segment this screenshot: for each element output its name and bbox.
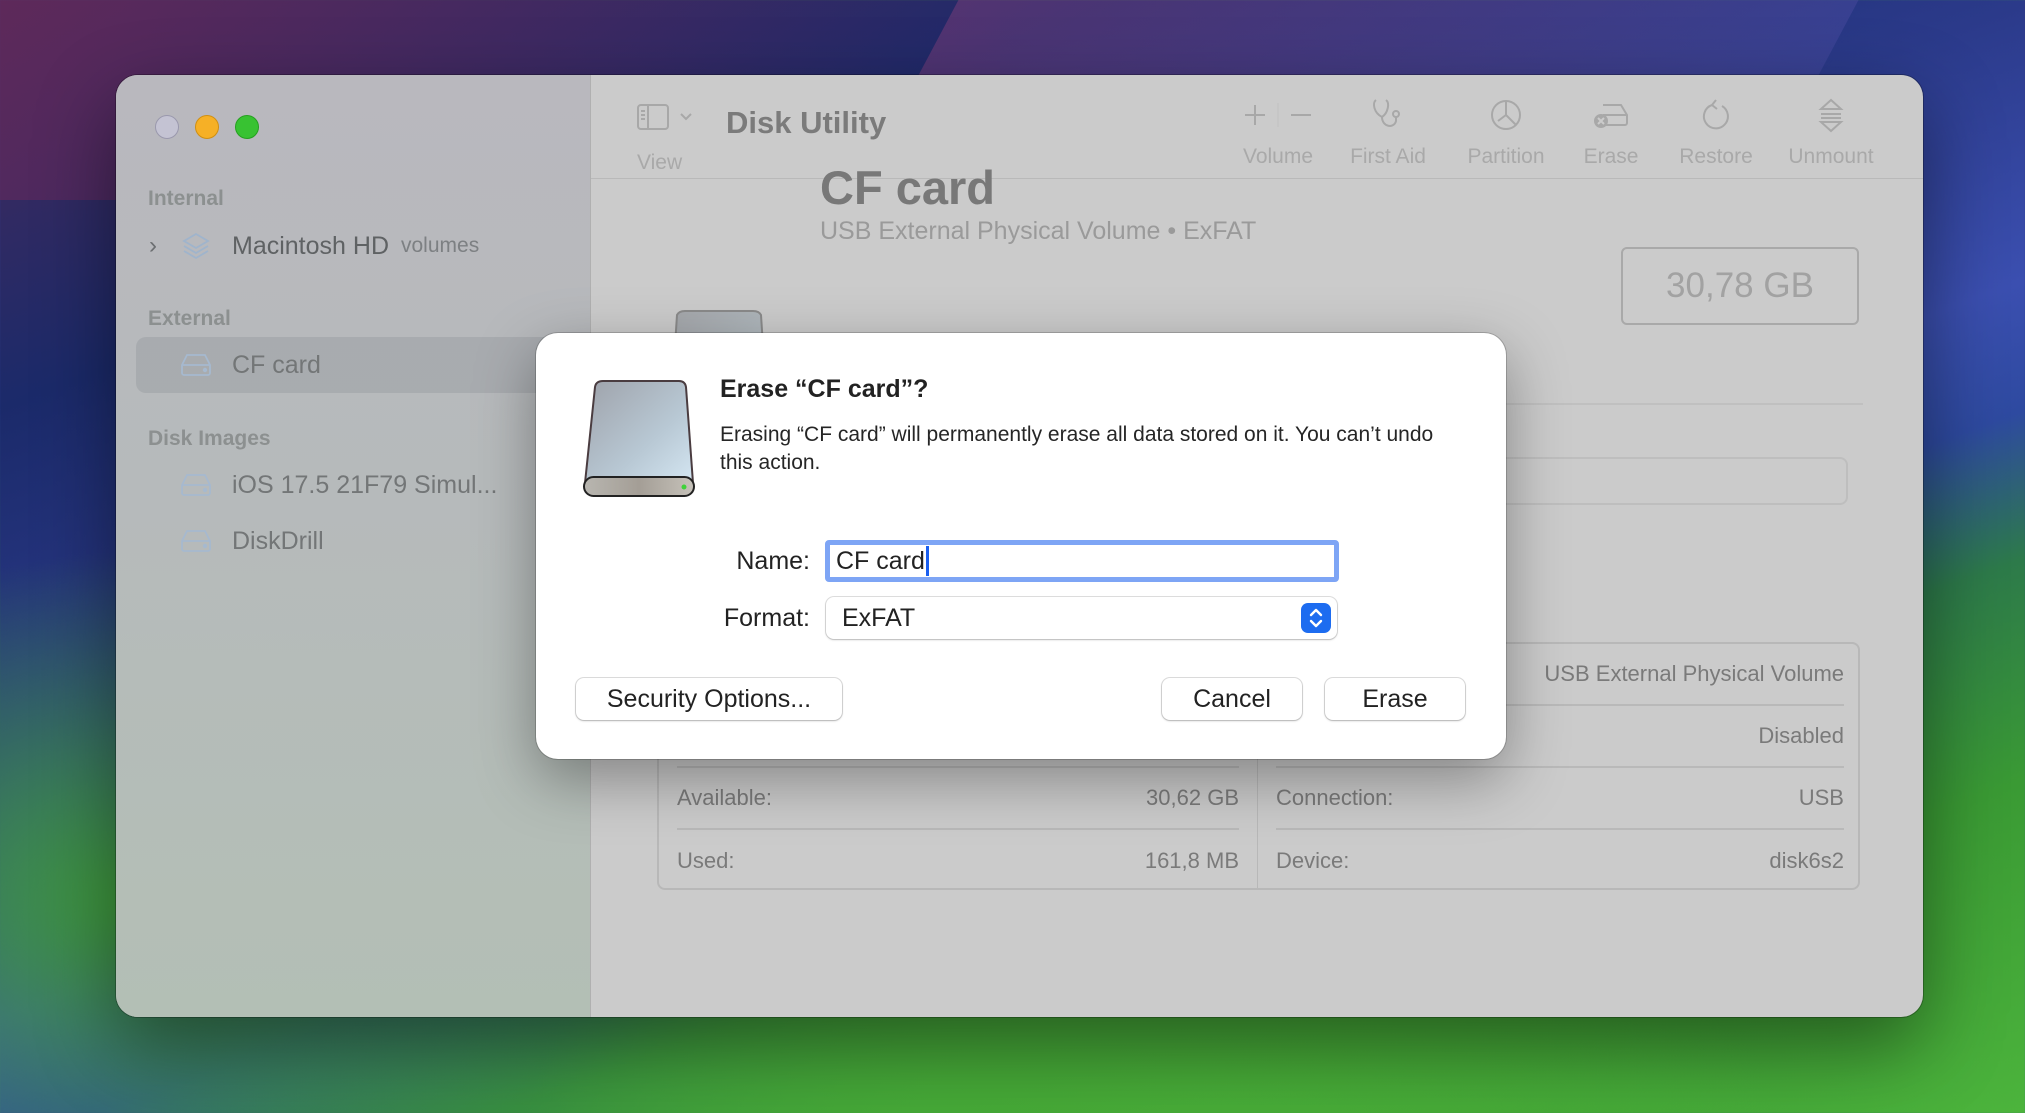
- info-value: USB External Physical Volume: [1544, 661, 1844, 686]
- sidebar-item-ios-simulator[interactable]: iOS 17.5 21F79 Simul...: [136, 457, 591, 513]
- info-key: Used:: [677, 848, 735, 873]
- sidebar-item-label: DiskDrill: [232, 526, 324, 555]
- text-caret: [925, 546, 929, 576]
- volume-name: CF card: [820, 161, 995, 214]
- info-value: Disabled: [1758, 723, 1844, 748]
- sidebar-item-label: iOS 17.5 21F79 Simul...: [232, 470, 498, 499]
- pie-chart-icon: [1491, 100, 1521, 130]
- zoom-button[interactable]: [235, 115, 259, 139]
- sidebar-item-diskdrill[interactable]: DiskDrill: [136, 513, 591, 569]
- volume-label: Volume: [1242, 145, 1314, 168]
- info-value: 161,8 MB: [1144, 848, 1239, 873]
- external-drive-icon: [583, 380, 695, 497]
- erase-dialog: Erase “CF card”? Erasing “CF card” will …: [536, 333, 1506, 759]
- sidebar-item-macintosh-hd[interactable]: › Macintosh HD volumes: [136, 218, 591, 274]
- restore-label: Restore: [1679, 145, 1753, 168]
- view-label: View: [637, 151, 683, 174]
- app-title: Disk Utility: [726, 105, 887, 140]
- erase-disk-icon: [1594, 104, 1628, 128]
- window-controls: [155, 115, 259, 139]
- restore-arrow-icon: [1702, 99, 1729, 130]
- info-row-device: Device: disk6s2: [1276, 830, 1844, 892]
- stethoscope-icon: [1373, 99, 1400, 127]
- volume-button[interactable]: Volume: [1223, 97, 1333, 177]
- format-select-value: ExFAT: [842, 603, 916, 632]
- format-label: Format:: [723, 604, 810, 632]
- sidebar-section-external: External: [148, 307, 231, 330]
- drive-icon: [178, 526, 214, 556]
- toolbar: View Disk Utility Volume First Aid Parti…: [591, 75, 1923, 179]
- sidebar-item-label: CF card: [232, 350, 321, 379]
- info-value: USB: [1798, 785, 1844, 810]
- sidebar: Internal › Macintosh HD volumes External…: [116, 75, 606, 1017]
- sidebar-section-disk-images: Disk Images: [148, 427, 271, 450]
- cancel-button[interactable]: Cancel: [1162, 678, 1302, 720]
- volume-capacity: 30,78 GB: [1621, 247, 1859, 325]
- sidebar-item-label: Macintosh HD: [232, 231, 389, 260]
- first-aid-button[interactable]: First Aid: [1333, 97, 1443, 177]
- erase-button[interactable]: Erase: [1561, 97, 1661, 177]
- unmount-icon: [1818, 98, 1844, 133]
- dialog-message: Erasing “CF card” will permanently erase…: [720, 423, 1434, 474]
- erase-confirm-button[interactable]: Erase: [1325, 678, 1465, 720]
- erase-label: Erase: [1583, 145, 1639, 168]
- close-button[interactable]: [155, 115, 179, 139]
- security-options-button[interactable]: Security Options...: [576, 678, 842, 720]
- name-input[interactable]: CF card: [825, 540, 1339, 582]
- info-row-available: Available: 30,62 GB: [677, 768, 1239, 830]
- first-aid-label: First Aid: [1350, 145, 1426, 168]
- sidebar-item-sublabel: volumes: [401, 234, 480, 257]
- dialog-title: Erase “CF card”?: [720, 375, 929, 403]
- sidebar-section-internal: Internal: [148, 187, 224, 210]
- unmount-button[interactable]: Unmount: [1771, 97, 1891, 177]
- unmount-label: Unmount: [1788, 145, 1874, 168]
- up-down-chevron-icon[interactable]: [1301, 603, 1331, 633]
- partition-label: Partition: [1467, 145, 1545, 168]
- name-label: Name:: [736, 547, 810, 575]
- chevron-right-icon[interactable]: ›: [140, 232, 166, 260]
- volume-description: USB External Physical Volume • ExFAT: [820, 217, 1257, 245]
- info-key: Device:: [1276, 848, 1350, 873]
- minimize-button[interactable]: [195, 115, 219, 139]
- info-value: disk6s2: [1769, 848, 1844, 873]
- partition-button[interactable]: Partition: [1451, 97, 1561, 177]
- view-button[interactable]: [636, 101, 696, 140]
- layers-icon: [178, 231, 214, 261]
- drive-icon: [178, 350, 214, 380]
- name-input-value: CF card: [836, 546, 925, 575]
- info-value: 30,62 GB: [1146, 785, 1239, 810]
- drive-icon: [178, 470, 214, 500]
- info-key: Connection:: [1276, 785, 1394, 810]
- restore-button[interactable]: Restore: [1661, 97, 1771, 177]
- info-key: Available:: [677, 785, 772, 810]
- info-row-used: Used: 161,8 MB: [677, 830, 1239, 892]
- format-select[interactable]: ExFAT: [826, 597, 1337, 639]
- info-row-connection: Connection: USB: [1276, 768, 1844, 830]
